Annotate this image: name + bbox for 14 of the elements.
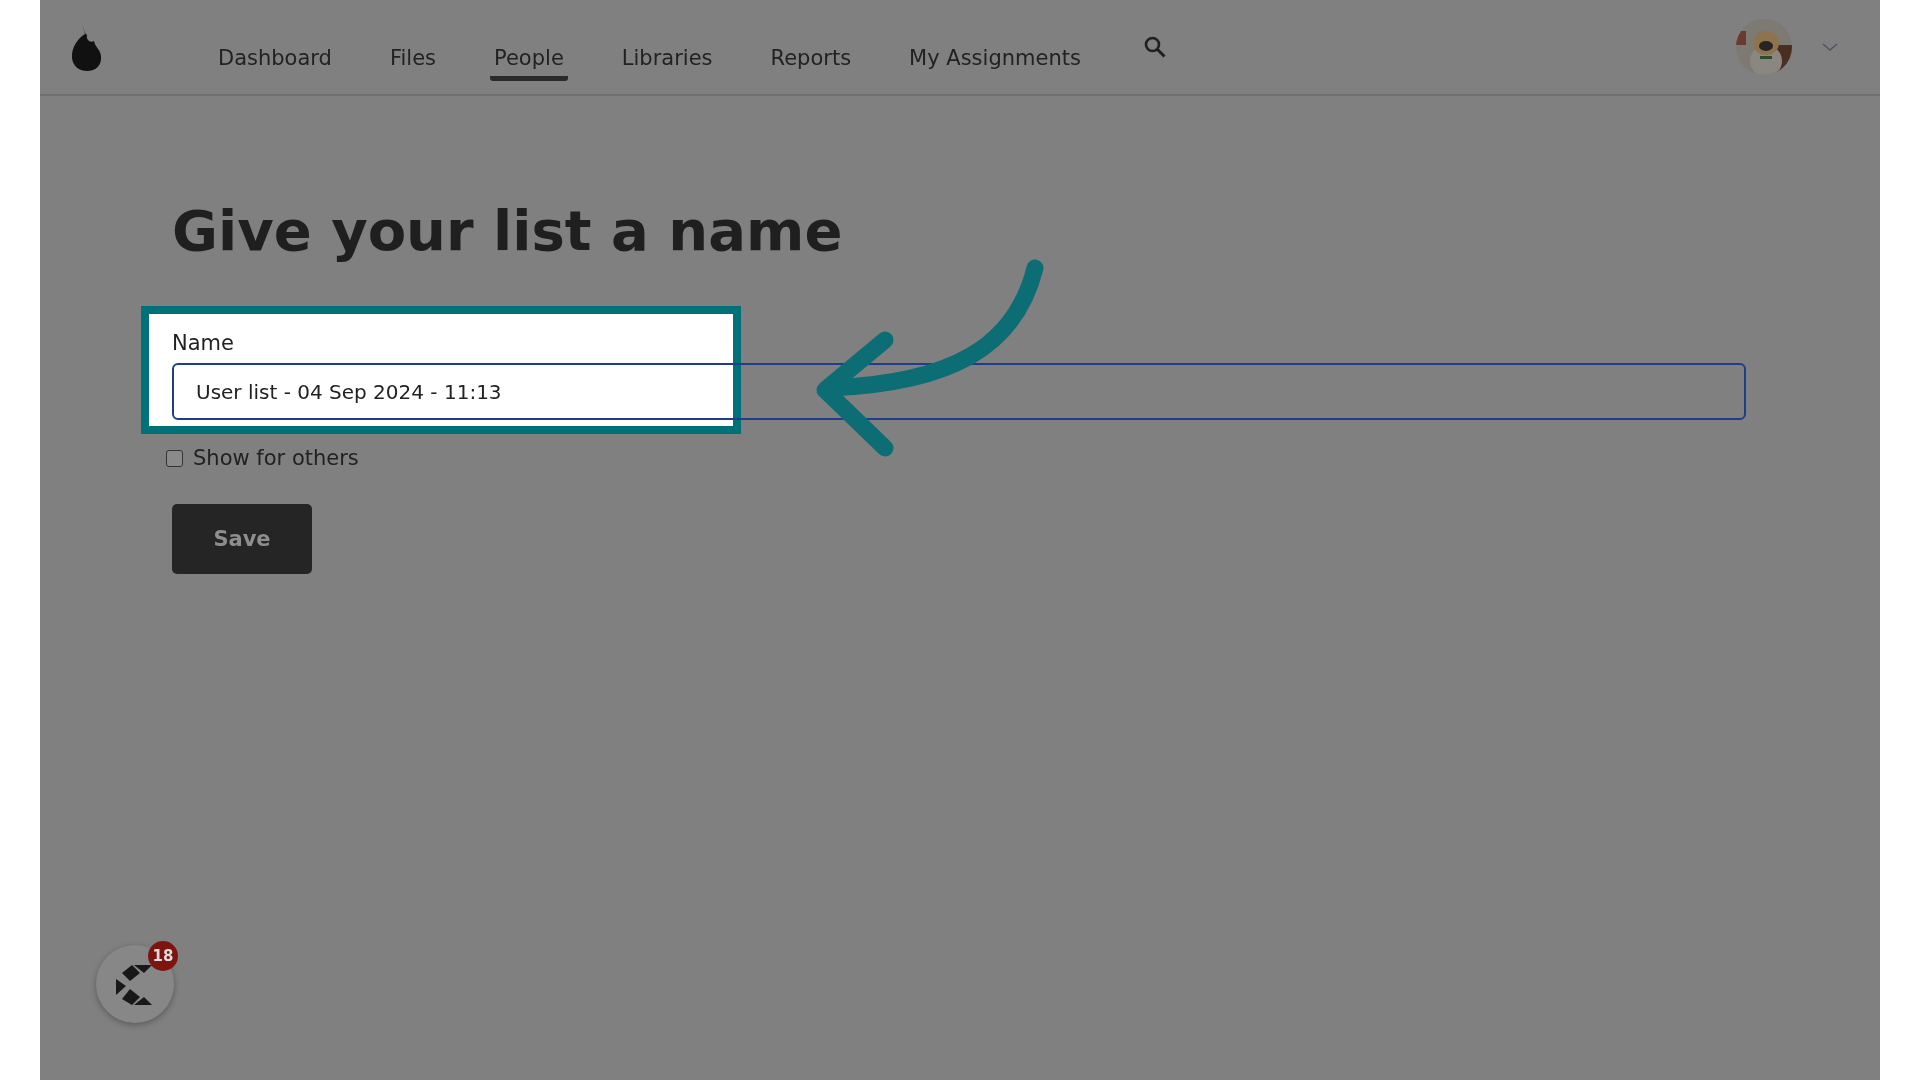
notification-badge: 18 bbox=[148, 941, 178, 971]
nav-tab[interactable]: Dashboard bbox=[214, 31, 336, 81]
nav-tab[interactable]: Reports bbox=[766, 31, 856, 81]
nav-tab[interactable]: People bbox=[490, 31, 568, 81]
checkbox[interactable] bbox=[166, 449, 183, 467]
name-input[interactable]: User list - 04 Sep 2024 - 11:13 bbox=[172, 363, 1746, 420]
field-label: Name bbox=[172, 331, 235, 355]
search-icon[interactable] bbox=[1142, 35, 1167, 59]
nav-tab[interactable]: My Assignments bbox=[905, 31, 1085, 81]
page-title: Give your list a name bbox=[172, 198, 844, 263]
nav-tab[interactable]: Libraries bbox=[617, 31, 717, 81]
nav-tab[interactable]: Files bbox=[385, 31, 441, 81]
save-button[interactable]: Save bbox=[172, 504, 312, 574]
checkbox-label[interactable]: Show for others bbox=[193, 446, 359, 470]
